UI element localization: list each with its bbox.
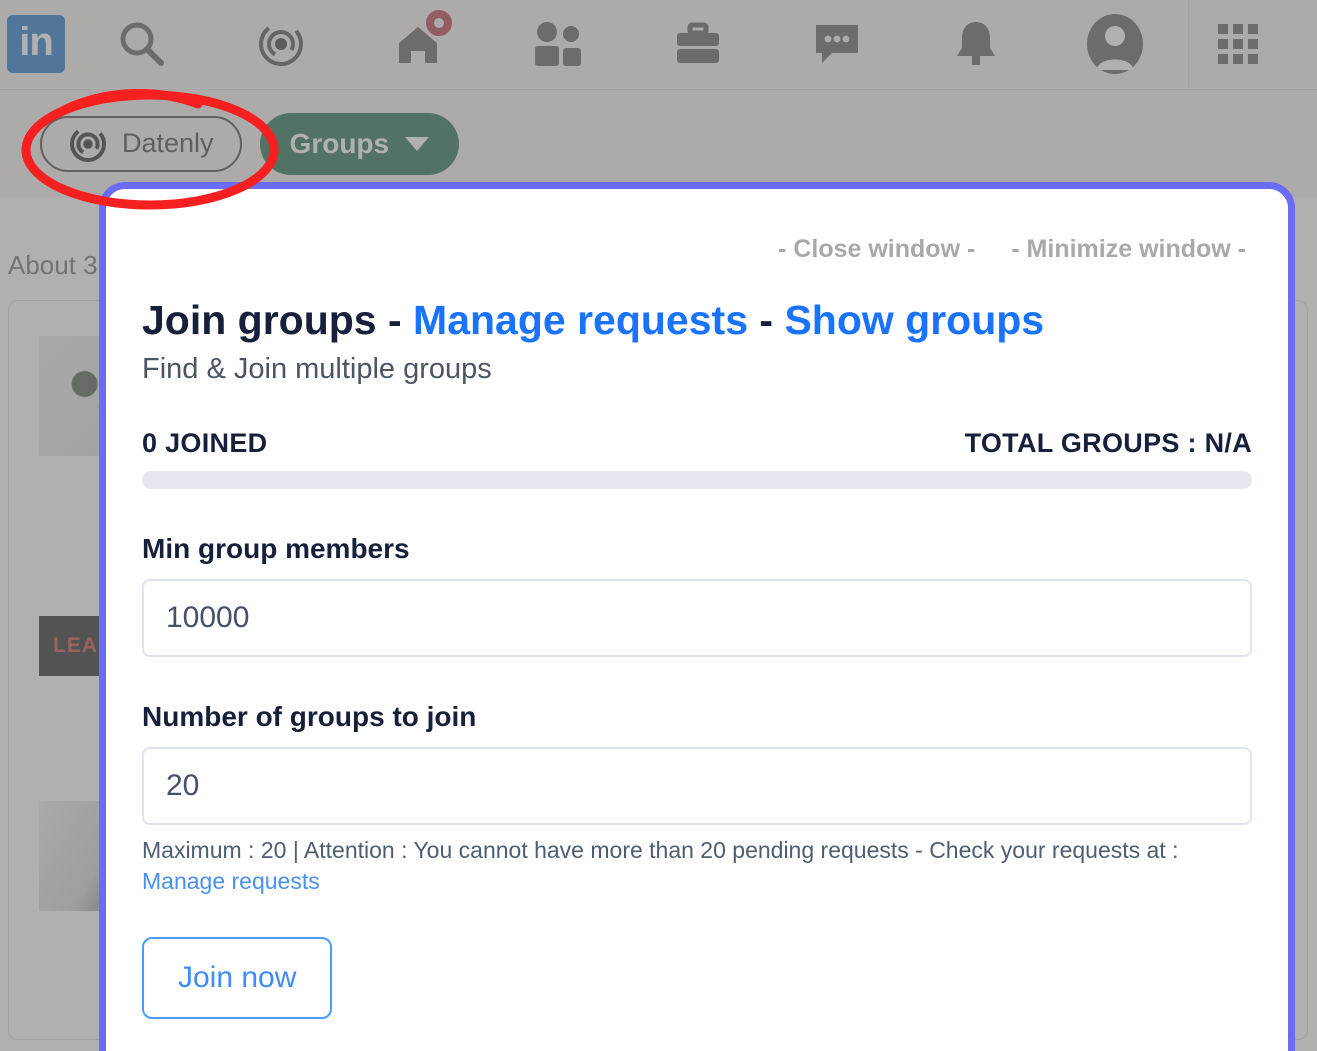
datenly-logo-icon[interactable] [211, 0, 350, 88]
modal-title-join-groups: Join groups [142, 297, 377, 343]
minimize-window-button[interactable]: - Minimize window - [1011, 235, 1246, 264]
datenly-button[interactable]: Datenly [40, 115, 242, 172]
home-icon[interactable] [350, 0, 489, 88]
avatar[interactable] [1045, 0, 1184, 88]
min-group-members-input[interactable] [142, 579, 1252, 658]
search-icon[interactable] [72, 0, 211, 88]
datenly-logo-icon [70, 125, 106, 162]
join-progress-bar [142, 471, 1252, 490]
join-groups-modal: - Close window - - Minimize window - Joi… [99, 182, 1295, 1051]
my-network-icon[interactable] [489, 0, 628, 88]
chevron-down-icon [405, 136, 430, 151]
screen: About 3, LEAD GEN in [0, 0, 1317, 1051]
messaging-icon[interactable] [767, 0, 906, 88]
jobs-icon[interactable] [628, 0, 767, 88]
modal-title: Join groups - Manage requests - Show gro… [142, 297, 1252, 343]
groups-dropdown-button[interactable]: Groups [259, 112, 460, 175]
progress-labels-row: 0 JOINED TOTAL GROUPS : N/A [142, 428, 1252, 459]
modal-subtitle: Find & Join multiple groups [142, 353, 492, 386]
min-group-members-label: Min group members [142, 533, 410, 565]
joined-count-label: 0 JOINED [142, 428, 268, 459]
show-groups-link[interactable]: Show groups [784, 297, 1044, 343]
modal-title-separator-1: - [376, 297, 414, 343]
navbar-icon-group [72, 0, 1317, 88]
groups-dropdown-label: Groups [289, 127, 390, 159]
apps-grid-icon[interactable] [1189, 0, 1287, 88]
helper-text-body: Maximum : 20 | Attention : You cannot ha… [142, 837, 1179, 864]
helper-text: Maximum : 20 | Attention : You cannot ha… [142, 835, 1252, 897]
close-window-button[interactable]: - Close window - [778, 235, 975, 264]
datenly-button-label: Datenly [122, 128, 214, 158]
helper-manage-requests-link[interactable]: Manage requests [142, 868, 320, 894]
modal-window-controls: - Close window - - Minimize window - [142, 189, 1252, 264]
number-of-groups-input[interactable] [142, 747, 1252, 826]
results-count-text: About 3, [8, 250, 105, 280]
datenly-subnav: Datenly Groups [0, 89, 1317, 197]
join-now-button[interactable]: Join now [142, 937, 333, 1020]
linkedin-logo[interactable]: in [0, 15, 72, 73]
notifications-icon[interactable] [906, 0, 1045, 88]
manage-requests-link[interactable]: Manage requests [413, 297, 748, 343]
number-of-groups-label: Number of groups to join [142, 701, 477, 733]
home-notification-badge [425, 10, 452, 36]
linkedin-navbar: in [0, 0, 1317, 88]
linkedin-logo-text: in [7, 15, 65, 73]
total-groups-label: TOTAL GROUPS : N/A [964, 428, 1252, 459]
modal-title-separator-2: - [748, 297, 785, 343]
